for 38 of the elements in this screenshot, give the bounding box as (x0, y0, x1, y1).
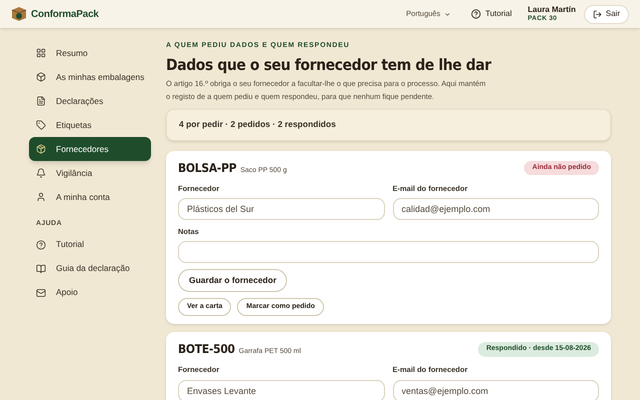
box-logo-icon (11, 6, 27, 22)
summary-text: 4 por pedir · 2 pedidos · 2 respondidos (179, 118, 336, 132)
sidebar-item[interactable]: As minhas embalagens (29, 65, 151, 89)
input-field[interactable] (178, 241, 599, 264)
help-icon (36, 240, 46, 250)
box-icon (36, 72, 46, 82)
sidebar-item[interactable]: Apoio (29, 280, 151, 304)
bell-icon (36, 168, 46, 178)
input-field[interactable]: Envases Levante (178, 380, 384, 400)
mail-icon (36, 288, 46, 298)
save-button[interactable]: Guardar o fornecedor (178, 269, 288, 292)
input-field[interactable]: Plásticos del Sur (178, 198, 384, 220)
logout-icon (592, 10, 602, 18)
product-code: BOLSA-PP (178, 160, 236, 177)
user-name: Laura Martín (528, 6, 576, 14)
product-code: BOTE-500 (178, 341, 235, 358)
sidebar-item[interactable]: A minha conta (29, 185, 151, 209)
tutorial-link[interactable]: Tutorial (471, 8, 512, 20)
input-field[interactable]: calidad@ejemplo.com (392, 198, 599, 220)
input-field[interactable]: ventas@ejemplo.com (392, 380, 599, 400)
caret-icon (444, 10, 452, 18)
grid-icon (36, 48, 46, 58)
page-title: Dados que o seu fornecedor tem de lhe dar (166, 54, 492, 76)
book-icon (36, 264, 46, 274)
sidebar-item[interactable]: Declarações (29, 89, 151, 113)
sidebar-item[interactable]: Etiquetas (29, 113, 151, 137)
package-icon (36, 144, 46, 154)
help-icon (471, 9, 482, 19)
sidebar-item[interactable]: Resumo (29, 41, 151, 65)
sidebar-item[interactable]: Tutorial (29, 232, 151, 256)
document-icon (36, 96, 46, 106)
logo-text: ConformaPack (31, 8, 99, 22)
sidebar-item[interactable]: Fornecedores (29, 137, 151, 161)
sidebar-item[interactable]: Vigilância (29, 161, 151, 185)
user-icon (36, 192, 46, 202)
tag-icon (36, 120, 46, 130)
sidebar-item[interactable]: Guia da declaração (29, 256, 151, 280)
logout-button[interactable]: Sair (584, 4, 629, 24)
